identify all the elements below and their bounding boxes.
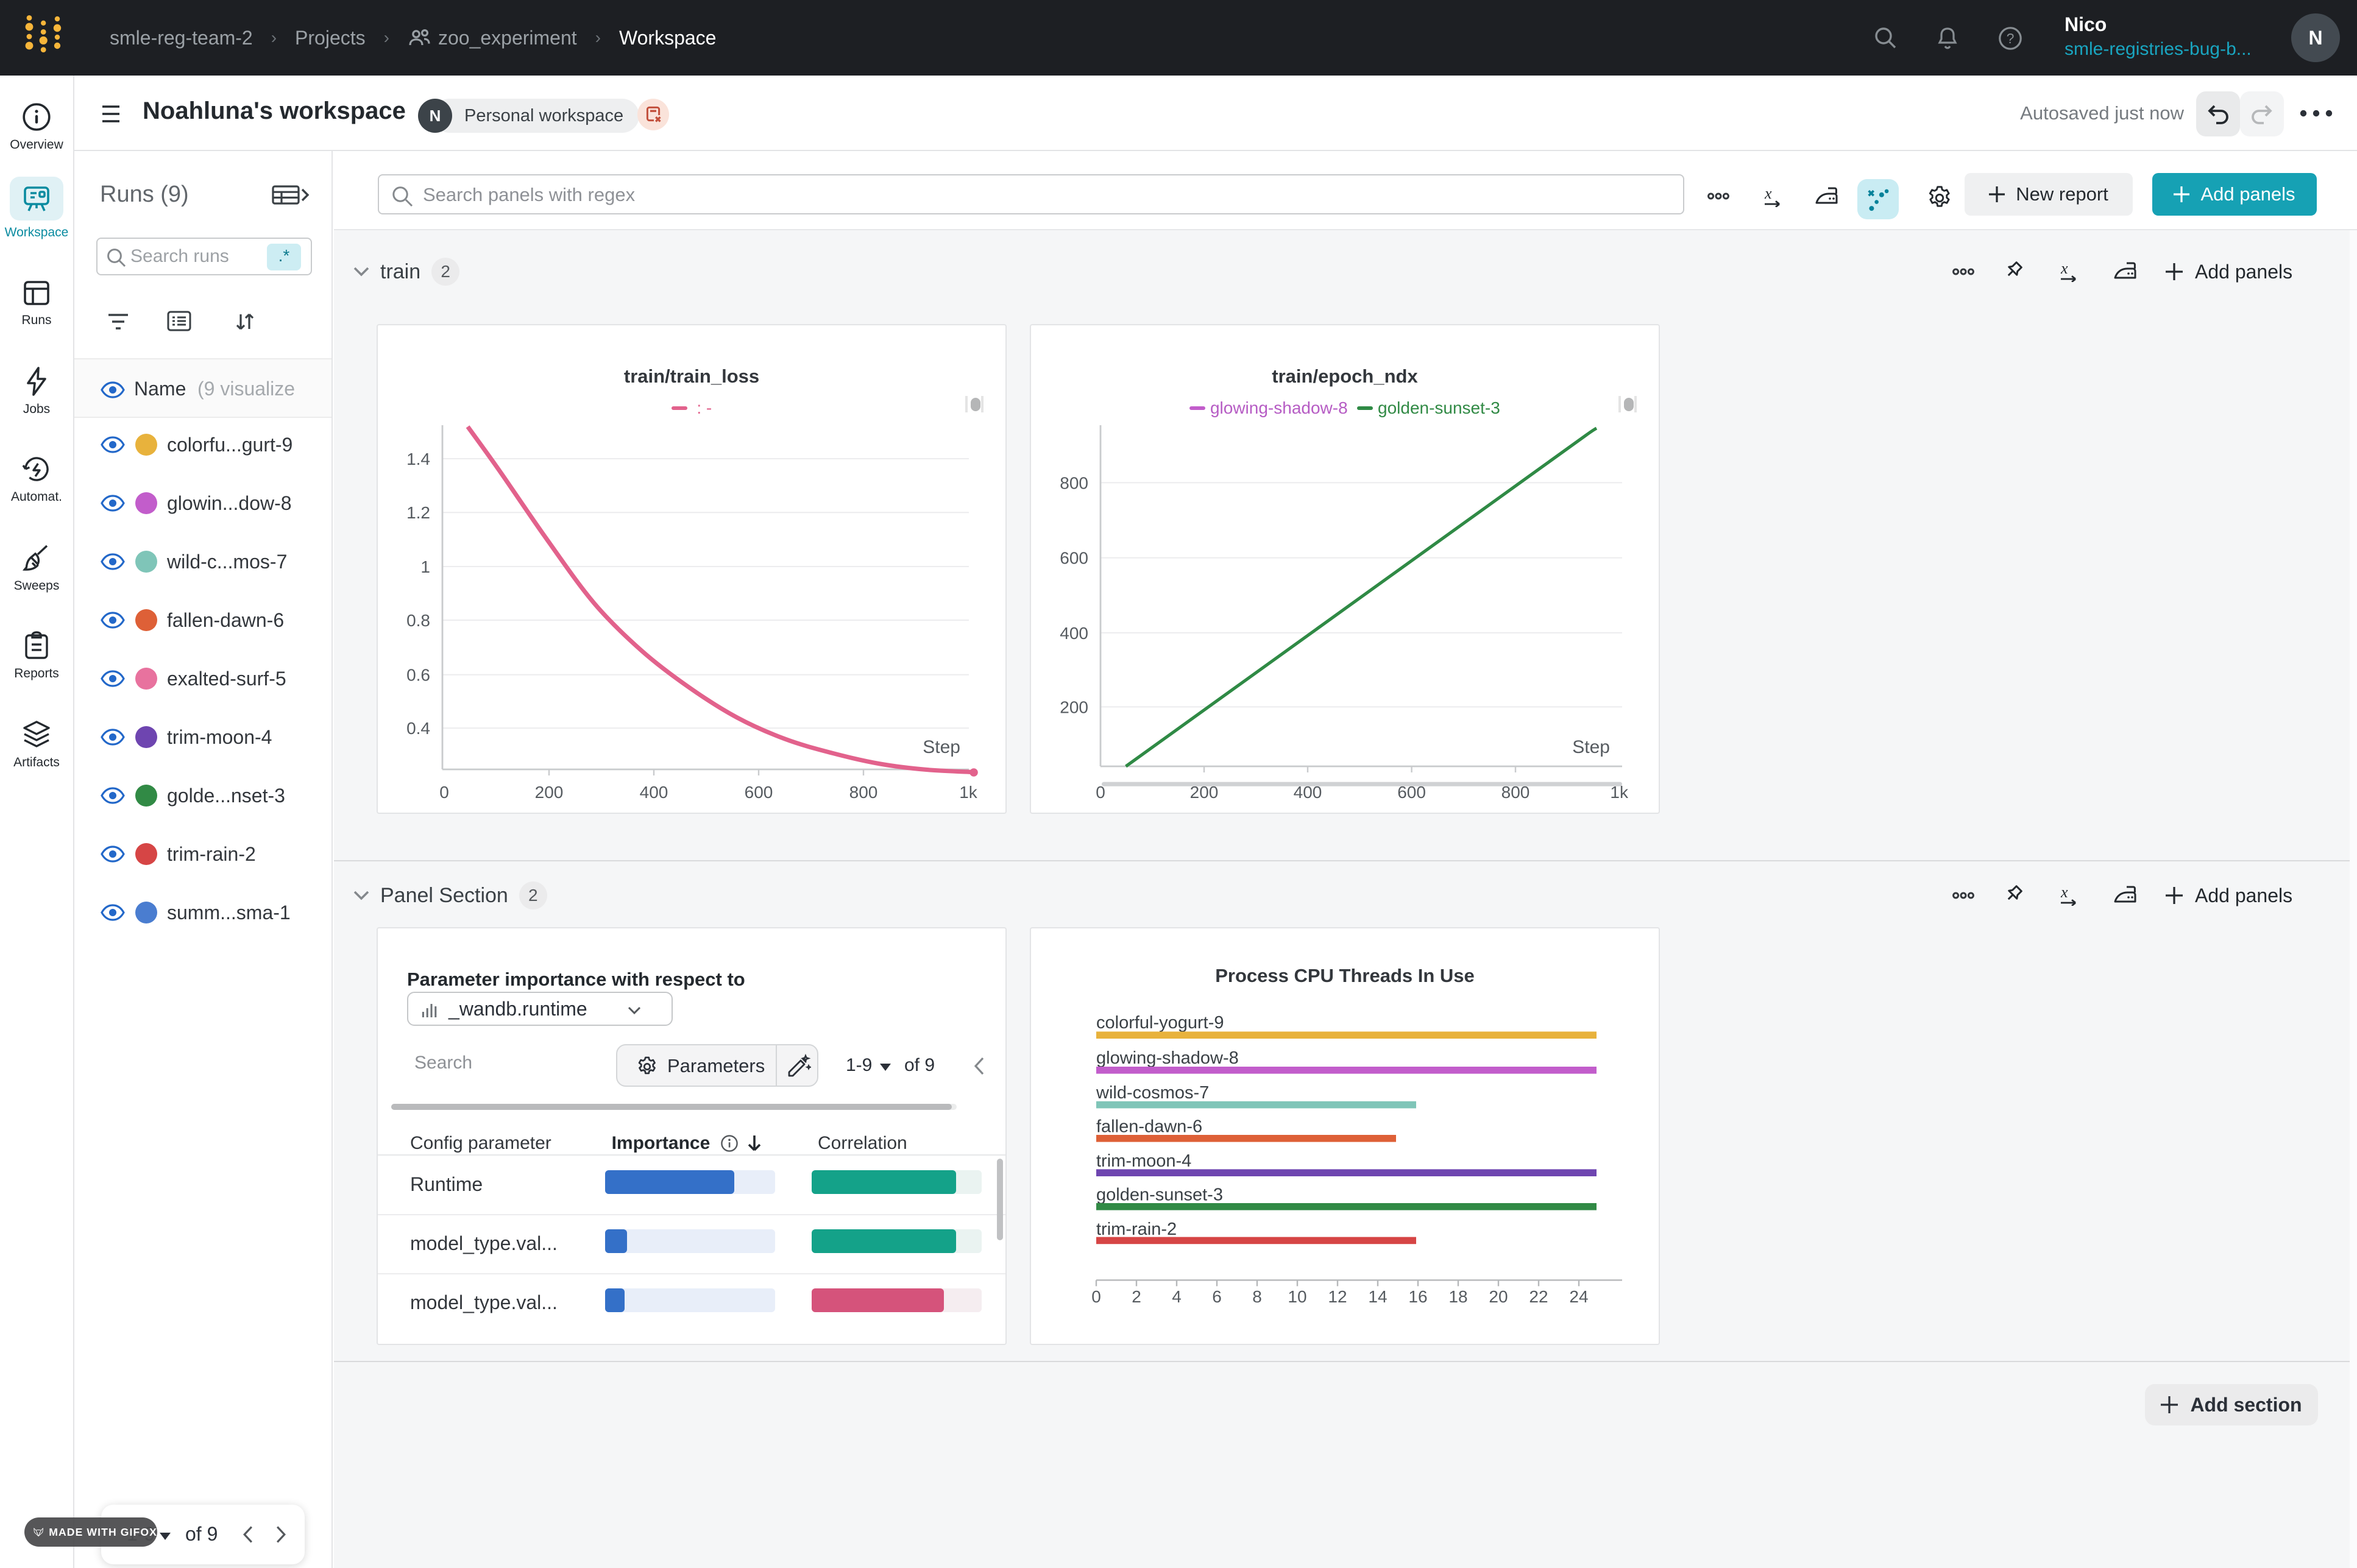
svg-text:0.8: 0.8: [406, 611, 430, 630]
svg-text:200: 200: [1060, 697, 1088, 716]
svg-text:1k: 1k: [959, 783, 978, 802]
svg-text:Step: Step: [1572, 737, 1610, 757]
svg-text:20: 20: [1489, 1287, 1508, 1306]
svg-text:0.6: 0.6: [406, 666, 430, 685]
svg-text:800: 800: [1060, 473, 1088, 492]
svg-text:wild-cosmos-7: wild-cosmos-7: [1096, 1083, 1209, 1103]
svg-text:6: 6: [1212, 1287, 1222, 1306]
svg-text:200: 200: [535, 783, 564, 802]
svg-text:Step: Step: [923, 737, 960, 757]
svg-text:fallen-dawn-6: fallen-dawn-6: [1096, 1117, 1202, 1137]
svg-text:colorful-yogurt-9: colorful-yogurt-9: [1096, 1013, 1224, 1033]
svg-text:trim-rain-2: trim-rain-2: [1096, 1220, 1177, 1239]
svg-text:12: 12: [1328, 1287, 1347, 1306]
svg-text:x: x: [1764, 186, 1772, 202]
svg-text:golden-sunset-3: golden-sunset-3: [1096, 1185, 1223, 1205]
svg-text:1.4: 1.4: [406, 450, 430, 468]
svg-text:18: 18: [1448, 1287, 1467, 1306]
svg-text:trim-moon-4: trim-moon-4: [1096, 1151, 1191, 1171]
svg-text:0: 0: [1091, 1287, 1101, 1306]
svg-text:600: 600: [1060, 549, 1088, 568]
svg-text:4: 4: [1172, 1287, 1182, 1306]
svg-text:x: x: [2060, 885, 2068, 901]
svg-text:400: 400: [640, 783, 668, 802]
svg-text:8: 8: [1252, 1287, 1262, 1306]
svg-text:10: 10: [1288, 1287, 1306, 1306]
svg-text:24: 24: [1569, 1287, 1588, 1306]
svg-text:1: 1: [420, 557, 430, 576]
svg-text:1.2: 1.2: [406, 503, 430, 522]
svg-text:800: 800: [849, 783, 878, 802]
svg-text:14: 14: [1368, 1287, 1387, 1306]
svg-text:600: 600: [745, 783, 773, 802]
svg-text:x: x: [2060, 261, 2068, 277]
svg-text:glowing-shadow-8: glowing-shadow-8: [1096, 1048, 1239, 1068]
svg-text:16: 16: [1408, 1287, 1427, 1306]
svg-text:0.4: 0.4: [406, 719, 430, 738]
svg-text:2: 2: [1132, 1287, 1141, 1306]
svg-text:400: 400: [1060, 624, 1088, 643]
svg-text:?: ?: [2007, 30, 2015, 46]
svg-text:0: 0: [439, 783, 449, 802]
svg-text:22: 22: [1529, 1287, 1548, 1306]
